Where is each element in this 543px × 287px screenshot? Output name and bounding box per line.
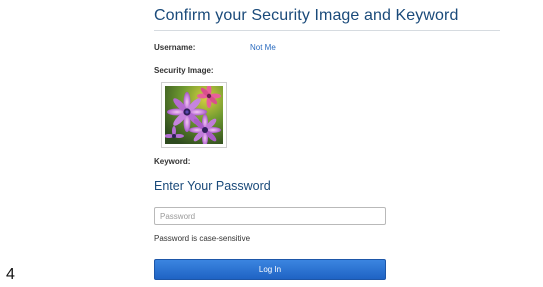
not-me-link[interactable]: Not Me — [250, 43, 276, 52]
password-input[interactable] — [154, 207, 386, 225]
password-hint: Password is case-sensitive — [154, 234, 251, 243]
purple-flowers-image — [165, 86, 223, 144]
title-divider — [154, 30, 500, 31]
security-image-label: Security Image: — [154, 66, 214, 75]
security-image — [161, 82, 227, 148]
page-title: Confirm your Security Image and Keyword — [154, 7, 459, 24]
log-in-button[interactable]: Log In — [154, 259, 386, 280]
password-section-title: Enter Your Password — [154, 179, 271, 193]
username-label: Username: — [154, 43, 196, 52]
corner-number: 4 — [6, 266, 15, 283]
keyword-label: Keyword: — [154, 157, 191, 166]
